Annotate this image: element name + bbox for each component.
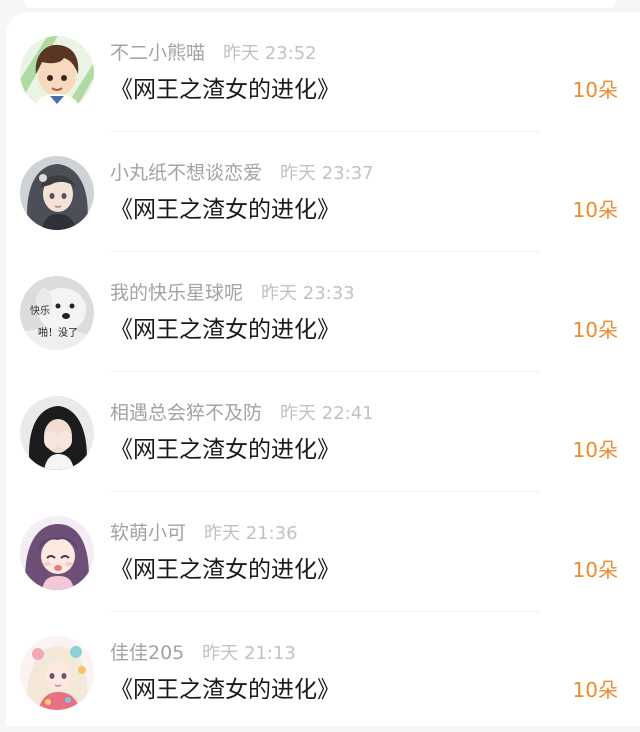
list-item[interactable]: 软萌小可 昨天 21:36 《网王之渣女的进化》 10朵	[6, 492, 640, 612]
list-item[interactable]: 不二小熊喵 昨天 23:52 《网王之渣女的进化》 10朵	[6, 12, 640, 132]
book-title[interactable]: 《网王之渣女的进化》	[110, 430, 340, 464]
user-name[interactable]: 佳佳205	[110, 642, 184, 664]
avatar-dog-meme-icon: 快乐 啪！没了	[20, 276, 94, 350]
timestamp: 昨天 23:52	[223, 43, 317, 64]
flower-count: 10朵	[572, 558, 618, 582]
list-item[interactable]: 小丸纸不想谈恋爱 昨天 23:37 《网王之渣女的进化》 10朵	[6, 132, 640, 252]
book-title[interactable]: 《网王之渣女的进化》	[110, 670, 340, 704]
item-meta: 佳佳205 昨天 21:13	[110, 638, 296, 665]
avatar-anime-purple-icon	[20, 516, 94, 590]
avatar-colorful-girl-icon	[20, 636, 94, 710]
user-avatar[interactable]	[20, 156, 94, 230]
flower-count: 10朵	[572, 438, 618, 462]
flower-count: 10朵	[572, 318, 618, 342]
user-name[interactable]: 小丸纸不想谈恋爱	[110, 162, 262, 184]
user-avatar[interactable]	[20, 36, 94, 110]
timestamp: 昨天 22:41	[280, 403, 374, 424]
user-name[interactable]: 相遇总会猝不及防	[110, 402, 262, 424]
item-meta: 不二小熊喵 昨天 23:52	[110, 38, 317, 65]
avatar-girl-photo-icon	[20, 396, 94, 470]
book-title[interactable]: 《网王之渣女的进化》	[110, 190, 340, 224]
user-avatar[interactable]	[20, 636, 94, 710]
list-item[interactable]: 佳佳205 昨天 21:13 《网王之渣女的进化》 10朵	[6, 612, 640, 732]
avatar-anime-girl-icon	[20, 156, 94, 230]
book-title[interactable]: 《网王之渣女的进化》	[110, 550, 340, 584]
avatar-caption-2: 啪！没了	[38, 326, 78, 339]
flower-count: 10朵	[572, 198, 618, 222]
timestamp: 昨天 21:13	[202, 643, 296, 664]
flower-count: 10朵	[572, 678, 618, 702]
list-item[interactable]: 快乐 啪！没了 我的快乐星球呢 昨天 23:33 《网王之渣女的进化》 10朵	[6, 252, 640, 372]
previous-card-edge	[24, 0, 616, 8]
avatar-caption-1: 快乐	[30, 305, 50, 317]
gift-list-card: 不二小熊喵 昨天 23:52 《网王之渣女的进化》 10朵 小丸纸不想谈恋爱 昨天 …	[6, 12, 640, 726]
book-title[interactable]: 《网王之渣女的进化》	[110, 70, 340, 104]
user-name[interactable]: 我的快乐星球呢	[110, 282, 243, 304]
avatar-boy-cartoon-icon	[20, 36, 94, 110]
book-title[interactable]: 《网王之渣女的进化》	[110, 310, 340, 344]
user-avatar[interactable]: 快乐 啪！没了	[20, 276, 94, 350]
item-meta: 软萌小可 昨天 21:36	[110, 518, 298, 545]
list-item[interactable]: 相遇总会猝不及防 昨天 22:41 《网王之渣女的进化》 10朵	[6, 372, 640, 492]
timestamp: 昨天 21:36	[204, 523, 298, 544]
user-name[interactable]: 不二小熊喵	[110, 42, 205, 64]
item-meta: 小丸纸不想谈恋爱 昨天 23:37	[110, 158, 374, 185]
user-avatar[interactable]	[20, 516, 94, 590]
timestamp: 昨天 23:37	[280, 163, 374, 184]
item-meta: 相遇总会猝不及防 昨天 22:41	[110, 398, 374, 425]
user-name[interactable]: 软萌小可	[110, 522, 186, 544]
user-avatar[interactable]	[20, 396, 94, 470]
flower-count: 10朵	[572, 78, 618, 102]
timestamp: 昨天 23:33	[261, 283, 355, 304]
item-meta: 我的快乐星球呢 昨天 23:33	[110, 278, 355, 305]
